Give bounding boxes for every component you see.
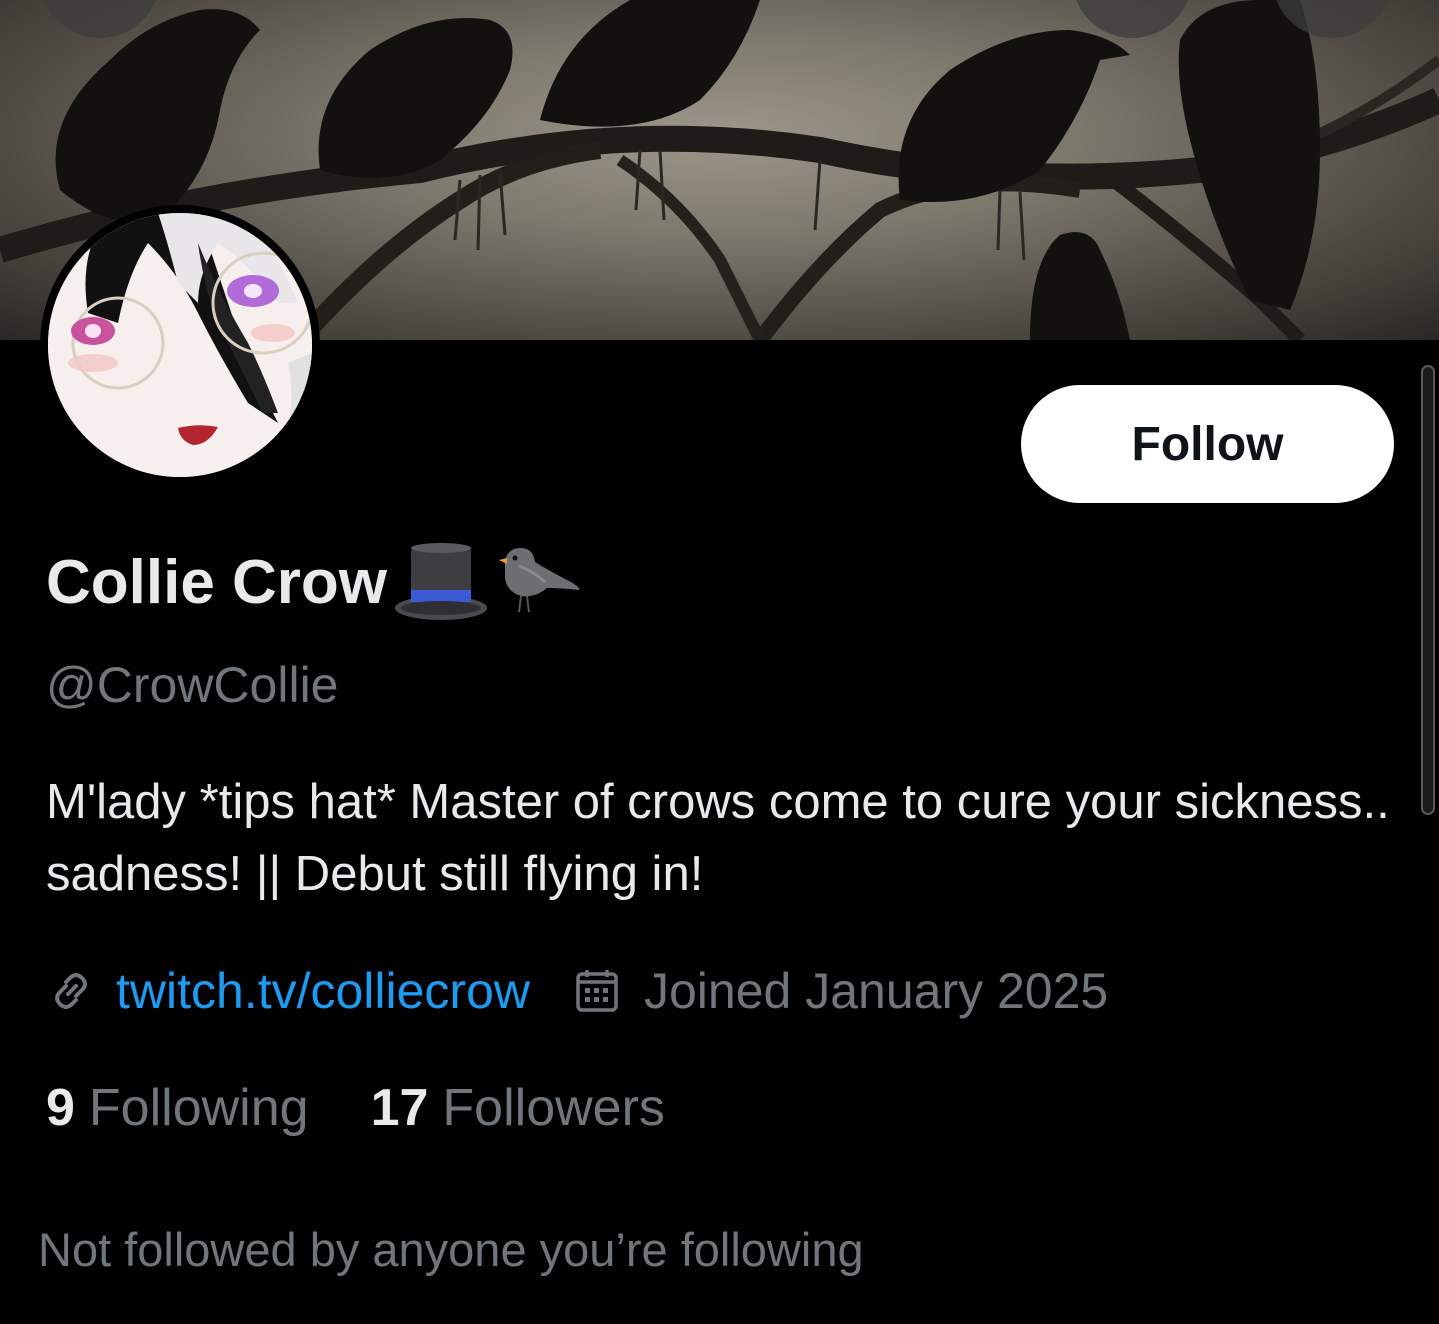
profile-meta-row: twitch.tv/colliecrow Joined January 2025: [46, 958, 1108, 1024]
display-name-row: Collie Crow: [46, 543, 583, 620]
profile-page: Follow Collie Crow @CrowCollie M'lady *t…: [0, 0, 1439, 1324]
handle: @CrowCollie: [46, 657, 339, 713]
link-icon: [46, 966, 96, 1016]
mutual-followers-note: Not followed by anyone you’re following: [38, 1223, 864, 1276]
joined-text: Joined January 2025: [644, 963, 1109, 1019]
followers-label: Followers: [442, 1079, 665, 1137]
following-stat[interactable]: 9 Following: [46, 1078, 309, 1138]
profile-link[interactable]: twitch.tv/colliecrow: [116, 962, 530, 1020]
display-name: Collie Crow: [46, 547, 388, 617]
followers-stat[interactable]: 17 Followers: [371, 1078, 665, 1138]
top-hat-icon: [395, 543, 488, 620]
following-label: Following: [88, 1079, 309, 1137]
name-emojis: [391, 542, 583, 622]
bio: M'lady *tips hat* Master of crows come t…: [46, 775, 1390, 901]
avatar[interactable]: [40, 205, 320, 485]
follow-button[interactable]: Follow: [1021, 385, 1394, 503]
follow-stats: 9 Following 17 Followers: [46, 1075, 665, 1141]
followers-count: 17: [370, 1079, 429, 1137]
calendar-icon: [574, 968, 620, 1014]
bird-icon: [499, 548, 580, 613]
avatar-image: [48, 213, 312, 477]
scrollbar[interactable]: [1421, 365, 1435, 815]
following-count: 9: [46, 1079, 75, 1137]
joined-date: Joined January 2025: [574, 962, 1108, 1020]
